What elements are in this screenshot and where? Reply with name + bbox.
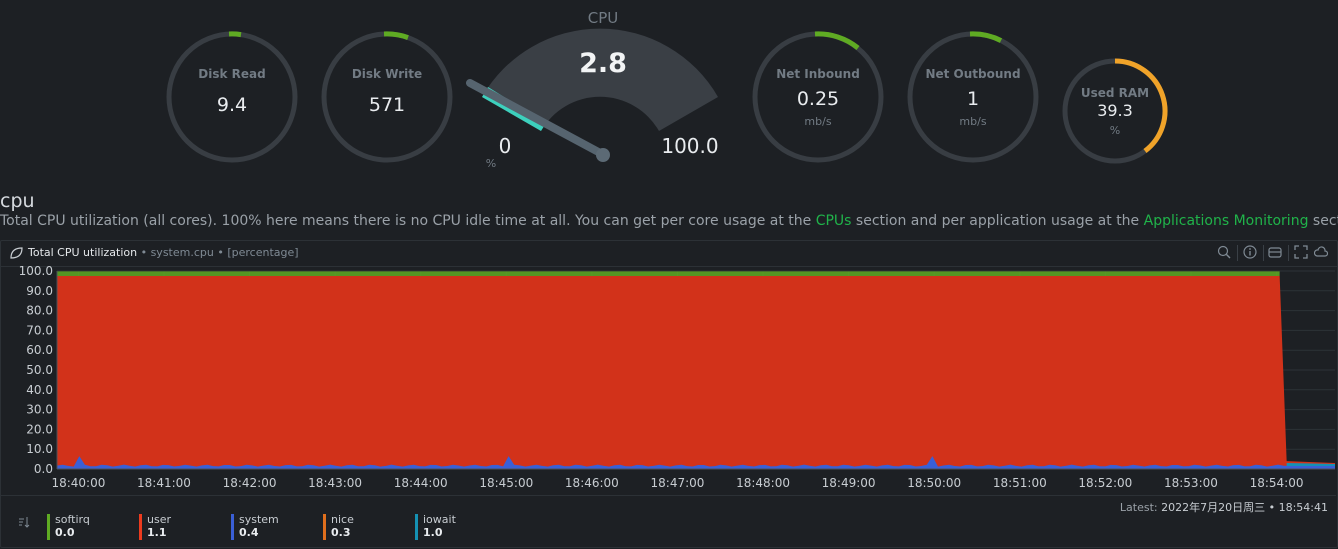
section-desc-part1: Total CPU utilization (all cores). 100% … (0, 213, 816, 229)
x-tick-label: 18:52:00 (1078, 476, 1132, 490)
legend-iowait-name: iowait (423, 513, 456, 526)
legend-system-name: system (239, 513, 279, 526)
legend-iowait[interactable]: iowait 1.0 (415, 514, 456, 540)
legend-softirq-name: softirq (55, 513, 90, 526)
legend-user-swatch (139, 514, 142, 540)
y-tick-label: 20.0 (26, 422, 53, 436)
chart-leaf-icon (10, 247, 23, 259)
y-tick-label: 30.0 (26, 403, 53, 417)
disk-read-value: 9.4 (216, 94, 248, 116)
user-area (57, 275, 1335, 469)
y-tick-label: 40.0 (26, 383, 53, 397)
fullscreen-icon[interactable] (1294, 245, 1308, 259)
x-tick-label: 18:51:00 (993, 476, 1047, 490)
legend-user[interactable]: user 1.1 (139, 514, 171, 540)
cpu-gauge-max: 100.0 (661, 134, 719, 158)
zoom-icon[interactable] (1217, 245, 1231, 259)
disk-write-title: Disk Write (351, 67, 423, 81)
chart-title: Total CPU utilization • system.cpu • [pe… (28, 246, 299, 259)
latest-timestamp: Latest: 2022年7月20日周三 • 18:54:41 (1120, 499, 1328, 515)
legend-nice-swatch (323, 514, 326, 540)
cpu-gauge-min: 0 (498, 134, 512, 158)
cpu-gauge-title: CPU (587, 9, 619, 27)
x-tick-label: 18:46:00 (565, 476, 619, 490)
cpu-chart-plot[interactable]: 0.0 10.0 20.0 30.0 40.0 50.0 60.0 70.0 80.0 90.0 1… (1, 266, 1337, 496)
legend-softirq-value: 0.0 (55, 526, 75, 539)
cpu-gauge-value: 2.8 (579, 48, 627, 79)
net-outbound-value: 1 (966, 88, 980, 110)
net-inbound-value: 0.25 (796, 88, 840, 110)
x-tick-label: 18:44:00 (394, 476, 448, 490)
sort-icon[interactable] (18, 516, 30, 528)
info-icon[interactable] (1243, 245, 1257, 259)
cpu-gauge-unit: % (485, 157, 497, 170)
softirq-area (57, 271, 1280, 276)
chart-context: • system.cpu (140, 246, 214, 259)
net-inbound-unit: mb/s (804, 115, 832, 128)
section-title: cpu (0, 190, 35, 212)
y-tick-label: 80.0 (26, 304, 53, 318)
used-ram-unit: % (1109, 124, 1121, 137)
x-tick-label: 18:42:00 (223, 476, 277, 490)
latest-label: Latest: (1119, 501, 1158, 514)
cloud-icon[interactable] (1314, 245, 1328, 259)
y-tick-label: 100.0 (19, 266, 53, 278)
net-inbound-title: Net Inbound (776, 67, 860, 81)
cpus-link[interactable]: CPUs (816, 213, 852, 229)
net-outbound-title: Net Outbound (925, 67, 1021, 81)
latest-value: 2022年7月20日周三 • 18:54:41 (1161, 501, 1328, 514)
legend-softirq[interactable]: softirq 0.0 (47, 514, 90, 540)
legend-iowait-swatch (415, 514, 418, 540)
dashboard-icon[interactable] (1268, 245, 1282, 259)
section-description: Total CPU utilization (all cores). 100% … (0, 213, 1338, 229)
y-tick-label: 60.0 (26, 343, 53, 357)
y-tick-label: 90.0 (26, 284, 53, 298)
disk-write-value: 571 (368, 94, 406, 116)
y-tick-label: 70.0 (26, 323, 53, 337)
x-tick-label: 18:50:00 (907, 476, 961, 490)
legend-system[interactable]: system 0.4 (231, 514, 279, 540)
used-ram-title: Used RAM (1080, 86, 1150, 100)
x-tick-label: 18:48:00 (736, 476, 790, 490)
x-tick-label: 18:40:00 (51, 476, 105, 490)
legend-nice[interactable]: nice 0.3 (323, 514, 354, 540)
x-tick-label: 18:53:00 (1164, 476, 1218, 490)
x-tick-label: 18:41:00 (137, 476, 191, 490)
used-ram-value: 39.3 (1097, 101, 1133, 120)
section-desc-part2: section and per application usage at the (851, 213, 1144, 229)
section-desc-part3: section. (1312, 213, 1338, 229)
y-tick-label: 10.0 (26, 442, 53, 456)
chart-units: • [percentage] (217, 246, 299, 259)
y-tick-label: 50.0 (26, 363, 53, 377)
legend-nice-value: 0.3 (331, 526, 351, 539)
x-tick-label: 18:43:00 (308, 476, 362, 490)
x-tick-label: 18:45:00 (479, 476, 533, 490)
legend-system-swatch (231, 514, 234, 540)
applications-monitoring-link[interactable]: Applications Monitoring (1144, 213, 1309, 229)
net-outbound-unit: mb/s (959, 115, 987, 128)
chart-title-text: Total CPU utilization (28, 246, 138, 259)
legend-user-value: 1.1 (147, 526, 167, 539)
legend-system-value: 0.4 (239, 526, 259, 539)
x-tick-label: 18:47:00 (651, 476, 705, 490)
legend-nice-name: nice (331, 513, 354, 526)
legend-softirq-swatch (47, 514, 50, 540)
disk-read-title: Disk Read (198, 67, 266, 81)
x-tick-label: 18:49:00 (822, 476, 876, 490)
y-tick-label: 0.0 (34, 462, 53, 476)
x-tick-label: 18:54:00 (1250, 476, 1304, 490)
legend-user-name: user (147, 513, 171, 526)
legend-iowait-value: 1.0 (423, 526, 443, 539)
chart-header: Total CPU utilization • system.cpu • [pe… (1, 241, 1337, 267)
